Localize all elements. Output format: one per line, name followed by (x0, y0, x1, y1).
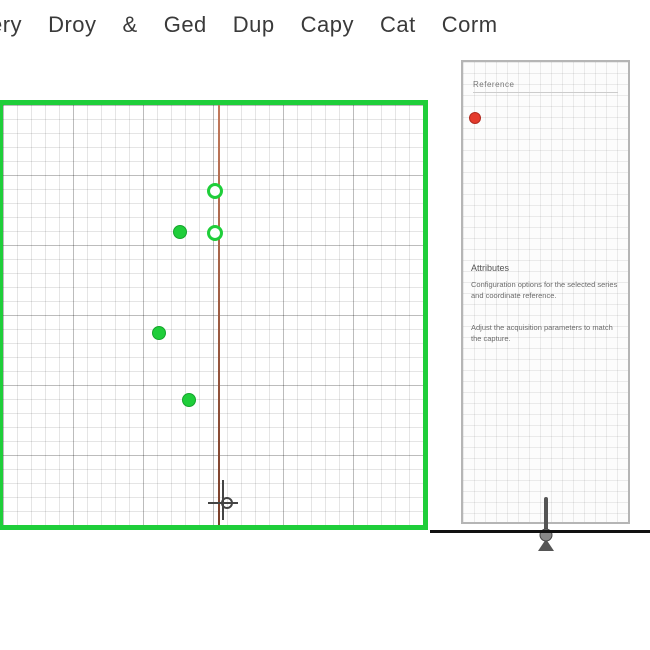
menu-item[interactable]: Ged (164, 12, 207, 38)
panel-section: Adjust the acquisition parameters to mat… (471, 322, 620, 345)
record-icon[interactable] (469, 112, 481, 124)
data-point[interactable] (182, 393, 196, 407)
vertical-slider[interactable] (533, 497, 559, 557)
menu-item[interactable]: & (123, 12, 138, 38)
menu-item[interactable]: ery (0, 12, 22, 38)
panel-section: Attributes Configuration options for the… (471, 262, 620, 301)
menu-item[interactable]: Dup (233, 12, 275, 38)
section-body: Configuration options for the selected s… (471, 279, 620, 302)
baseline (430, 530, 650, 533)
menu-item[interactable]: Corm (442, 12, 498, 38)
data-point[interactable] (207, 183, 223, 199)
menu-item[interactable]: Droy (48, 12, 96, 38)
inspector-panel: Reference Attributes Configuration optio… (461, 60, 630, 524)
menu-item[interactable]: Cat (380, 12, 416, 38)
data-point[interactable] (207, 225, 223, 241)
plot-frame (0, 100, 428, 530)
crosshair-icon[interactable] (208, 480, 238, 520)
main-plot[interactable] (0, 100, 428, 530)
top-menu: ery Droy & Ged Dup Capy Cat Corm (0, 12, 650, 38)
panel-header: Reference (473, 80, 618, 93)
menu-item[interactable]: Capy (301, 12, 354, 38)
section-body: Adjust the acquisition parameters to mat… (471, 322, 620, 345)
section-title: Attributes (471, 262, 620, 276)
vertical-axis (218, 105, 220, 525)
